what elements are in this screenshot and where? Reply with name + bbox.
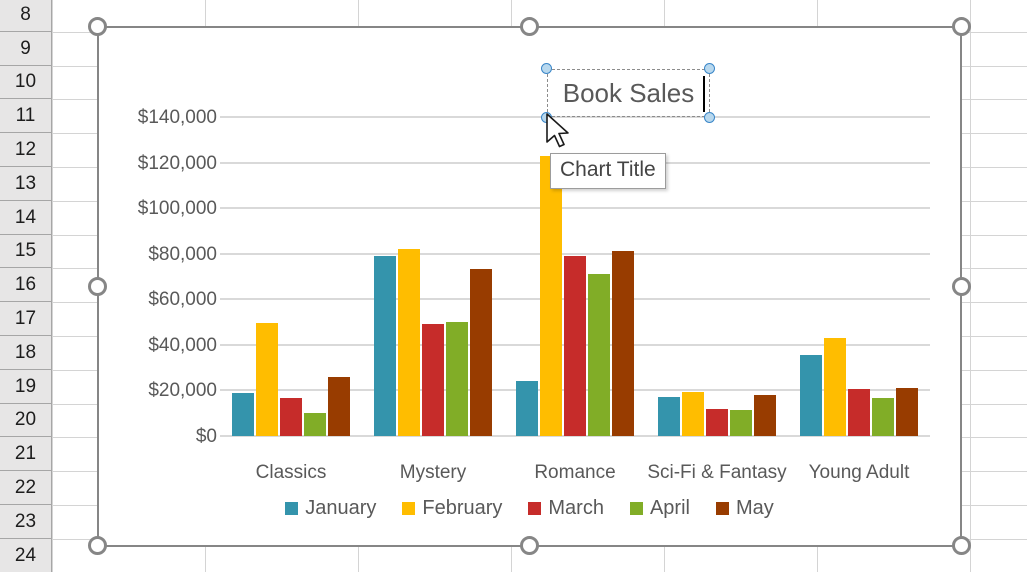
value-axis-tick-label: $120,000 [107,154,217,173]
legend-swatch-icon [528,502,541,515]
bar-january-sci-fi-fantasy[interactable] [658,397,680,436]
bar-march-classics[interactable] [280,398,302,436]
row-header-cell[interactable]: 16 [0,268,52,302]
grid-column-line [52,0,53,572]
excel-worksheet-with-chart: 89101112131415161718192021222324 $140,00… [0,0,1027,572]
row-header-cell[interactable]: 12 [0,133,52,167]
bar-april-young-adult[interactable] [872,398,894,436]
row-header-cell[interactable]: 17 [0,302,52,336]
legend-swatch-icon [402,502,415,515]
row-header-cell[interactable]: 23 [0,505,52,539]
bar-april-classics[interactable] [304,413,326,436]
title-handle-top-right[interactable] [704,63,715,74]
row-header-cell[interactable]: 11 [0,99,52,133]
row-header-cell[interactable]: 8 [0,0,52,32]
bar-april-sci-fi-fantasy[interactable] [730,410,752,436]
bar-may-young-adult[interactable] [896,388,918,436]
legend-label: May [736,498,774,518]
legend-label: March [548,498,604,518]
bar-february-mystery[interactable] [398,249,420,436]
text-cursor-caret [703,76,705,112]
bar-january-mystery[interactable] [374,256,396,436]
row-header-cell[interactable]: 24 [0,539,52,572]
chart-handle-top-right[interactable] [952,17,971,36]
title-handle-bottom-right[interactable] [704,112,715,123]
chart-handle-bottom-right[interactable] [952,536,971,555]
value-axis-tick-label: $60,000 [107,290,217,309]
value-axis-tick-label: $100,000 [107,199,217,218]
legend-label: February [422,498,502,518]
bar-may-mystery[interactable] [470,269,492,436]
row-header-cell[interactable]: 10 [0,66,52,100]
bar-april-mystery[interactable] [446,322,468,436]
value-axis-tick-label: $40,000 [107,336,217,355]
bar-february-romance[interactable] [540,156,562,436]
category-label: Classics [220,463,362,482]
chart-handle-bottom-left[interactable] [88,536,107,555]
bar-group[interactable] [362,117,504,436]
chart-object[interactable]: $140,000 $120,000 $100,000 $80,000 $60,000 $4… [97,26,962,547]
tooltip-text: Chart Title [560,158,656,181]
chart-handle-middle-right[interactable] [952,277,971,296]
bar-may-romance[interactable] [612,251,634,436]
row-header-cell[interactable]: 18 [0,336,52,370]
bar-january-classics[interactable] [232,393,254,436]
bar-february-sci-fi-fantasy[interactable] [682,392,704,436]
value-axis-tick-label: $0 [107,427,217,446]
category-label: Sci-Fi & Fantasy [646,463,788,482]
bar-march-young-adult[interactable] [848,389,870,436]
bar-january-young-adult[interactable] [800,355,822,436]
value-axis-tick-label: $140,000 [107,108,217,127]
legend-swatch-icon [630,502,643,515]
chart-title-text: Book Sales [563,80,695,106]
bar-may-classics[interactable] [328,377,350,436]
legend-swatch-icon [285,502,298,515]
legend-label: April [650,498,690,518]
bar-group[interactable] [646,117,788,436]
title-handle-top-left[interactable] [541,63,552,74]
chart-handle-top-left[interactable] [88,17,107,36]
bar-april-romance[interactable] [588,274,610,436]
bar-march-romance[interactable] [564,256,586,436]
row-header-cell[interactable]: 22 [0,471,52,505]
mouse-cursor [545,112,575,159]
legend-label: January [305,498,376,518]
category-label: Romance [504,463,646,482]
legend-item-may[interactable]: May [716,498,774,518]
bar-february-classics[interactable] [256,323,278,436]
legend-item-january[interactable]: January [285,498,376,518]
chart-handle-middle-left[interactable] [88,277,107,296]
row-header-cell[interactable]: 9 [0,32,52,66]
bar-group[interactable] [788,117,930,436]
chart-title[interactable]: Book Sales [547,69,710,117]
chart-handle-top-center[interactable] [520,17,539,36]
value-axis-labels[interactable]: $140,000 $120,000 $100,000 $80,000 $60,000 $4… [99,28,217,545]
bar-january-romance[interactable] [516,381,538,436]
category-label: Mystery [362,463,504,482]
legend-swatch-icon [716,502,729,515]
value-axis-tick-label: $80,000 [107,245,217,264]
chart-handle-bottom-center[interactable] [520,536,539,555]
chart-legend[interactable]: January February March April May [99,498,960,518]
row-header-cell[interactable]: 21 [0,437,52,471]
row-header-cell[interactable]: 20 [0,404,52,438]
value-axis-tick-label: $20,000 [107,381,217,400]
row-header-cell[interactable]: 14 [0,201,52,235]
bar-may-sci-fi-fantasy[interactable] [754,395,776,436]
row-header-cell[interactable]: 19 [0,370,52,404]
legend-item-february[interactable]: February [402,498,502,518]
bar-march-sci-fi-fantasy[interactable] [706,409,728,436]
bar-march-mystery[interactable] [422,324,444,436]
legend-item-april[interactable]: April [630,498,690,518]
row-header-cell[interactable]: 15 [0,235,52,269]
legend-item-march[interactable]: March [528,498,604,518]
row-header-cell[interactable]: 13 [0,167,52,201]
category-label: Young Adult [788,463,930,482]
bar-group[interactable] [220,117,362,436]
bar-february-young-adult[interactable] [824,338,846,436]
chart-plot-area[interactable]: $140,000 $120,000 $100,000 $80,000 $60,000 $4… [99,28,960,545]
